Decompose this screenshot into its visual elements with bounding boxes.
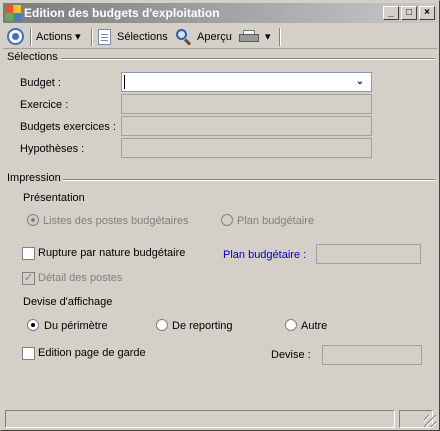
printer-icon[interactable] [239, 30, 259, 44]
radio-plan-budgetaire[interactable] [221, 214, 233, 226]
devise-field [322, 345, 422, 365]
edition-garde-label: Edition page de garde [38, 347, 146, 359]
resize-grip-icon[interactable] [424, 415, 436, 427]
radio-du-perimetre[interactable] [27, 319, 39, 331]
chevron-down-icon: ▾ [75, 31, 81, 43]
maximize-button[interactable]: □ [401, 6, 417, 20]
toolbar: Actions ▾ Sélections Aperçu ▾ [3, 25, 437, 49]
edition-garde-checkbox[interactable] [22, 347, 35, 360]
double-chevron-down-icon[interactable]: ⌄ [353, 75, 367, 89]
plan-budgetaire-field [316, 244, 421, 264]
selections-button[interactable]: Sélections [117, 28, 168, 46]
radio-listes-postes-label: Listes des postes budgétaires [43, 215, 189, 227]
toolbar-separator [279, 28, 281, 46]
exercice-label: Exercice : [20, 99, 69, 111]
radio-listes-postes[interactable] [27, 214, 39, 226]
radio-de-reporting[interactable] [156, 319, 168, 331]
radio-du-perimetre-label: Du périmètre [44, 320, 108, 332]
radio-de-reporting-label: De reporting [172, 320, 233, 332]
window-title: Edition des budgets d'exploitation [24, 6, 220, 20]
status-pane-main [5, 410, 395, 428]
hypotheses-field [121, 138, 372, 158]
apercu-button[interactable]: Aperçu [197, 28, 232, 46]
title-bar[interactable]: Edition des budgets d'exploitation _ □ × [3, 3, 437, 23]
budgets-exercices-field [121, 116, 372, 136]
rupture-checkbox[interactable] [22, 247, 35, 260]
section-divider [61, 58, 435, 60]
toolbar-separator [30, 28, 32, 46]
budgets-exercices-label: Budgets exercices : [20, 121, 116, 133]
detail-postes-label: Détail des postes [38, 272, 123, 284]
hypotheses-label: Hypothèses : [20, 143, 85, 155]
status-bar [3, 408, 437, 428]
presentation-label: Présentation [23, 192, 85, 204]
magnifier-icon [176, 29, 192, 46]
detail-postes-checkbox[interactable]: ✓ [22, 272, 35, 285]
actions-menu-button[interactable]: Actions ▾ [36, 28, 81, 46]
app-icon [5, 5, 21, 21]
close-button[interactable]: × [419, 6, 435, 20]
radio-autre-label: Autre [301, 320, 328, 332]
devise-label: Devise : [271, 349, 311, 361]
target-icon[interactable] [7, 28, 24, 45]
section-divider [63, 179, 435, 181]
exercice-field [121, 94, 372, 114]
budget-edition-window: Edition des budgets d'exploitation _ □ ×… [0, 0, 440, 431]
plan-budgetaire-label: Plan budgétaire : [223, 249, 307, 261]
actions-label: Actions [36, 31, 73, 43]
radio-plan-budgetaire-label: Plan budgétaire [237, 215, 315, 227]
radio-autre[interactable] [285, 319, 297, 331]
selections-section-header: Sélections [7, 51, 58, 63]
budget-input[interactable]: ⌄ [121, 72, 372, 92]
document-icon [98, 29, 111, 45]
impression-section-header: Impression [7, 172, 61, 184]
text-caret [124, 75, 125, 89]
budget-label: Budget : [20, 77, 61, 89]
devise-affichage-label: Devise d'affichage [23, 296, 113, 308]
minimize-button[interactable]: _ [383, 6, 399, 20]
print-dropdown-arrow[interactable]: ▾ [265, 28, 271, 46]
toolbar-separator [91, 28, 93, 46]
rupture-label: Rupture par nature budgétaire [38, 247, 186, 259]
